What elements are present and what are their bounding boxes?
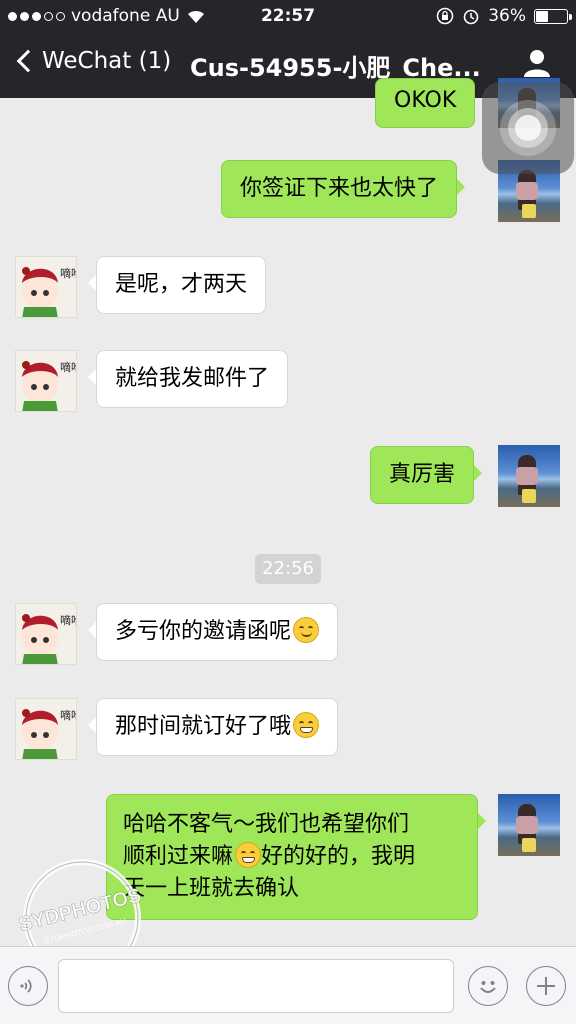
- message-bubble-incoming[interactable]: 就给我发邮件了: [87, 350, 289, 408]
- friend-avatar-text: 嘀哈呀?: [60, 708, 77, 722]
- message-text: 就给我发邮件了: [115, 366, 270, 391]
- self-avatar[interactable]: [498, 445, 560, 507]
- message-text-line: 天一上班就去确认: [123, 876, 300, 901]
- rotation-lock-icon: [436, 7, 454, 25]
- top-bar: vodafone AU 22:57 36% WeChat (1) Cus-549…: [0, 0, 576, 98]
- message-text: 那时间就订好了哦: [115, 714, 292, 739]
- timestamp: 22:56: [255, 554, 321, 584]
- emoji-button[interactable]: [468, 966, 508, 1006]
- grin-emoji-icon: [235, 842, 262, 868]
- message-text: 你签证下来也太快了: [240, 176, 439, 201]
- input-bar: [0, 946, 576, 1024]
- message-text: 多亏你的邀请函呢: [115, 619, 292, 644]
- friend-avatar[interactable]: 嘀哈呀?: [15, 698, 77, 760]
- message-text: 是呢，才两天: [115, 272, 248, 297]
- voice-button[interactable]: [8, 966, 48, 1006]
- message-text-part: 好的好的，我明: [261, 844, 416, 869]
- message-bubble-incoming[interactable]: 是呢，才两天: [87, 256, 267, 314]
- smile-emoji-icon: [293, 617, 320, 643]
- message-bubble-outgoing[interactable]: OKOK: [375, 78, 476, 128]
- watermark-subtext: SYDPHOTOS.COM.AU: [43, 916, 127, 945]
- friend-avatar[interactable]: 嘀哈呀?: [15, 350, 77, 412]
- friend-avatar[interactable]: 嘀哈呀?: [15, 256, 77, 318]
- status-bar: vodafone AU 22:57 36%: [0, 0, 576, 32]
- friend-avatar[interactable]: 嘀哈呀?: [15, 603, 77, 665]
- message-text: 真厉害: [389, 462, 456, 487]
- back-button[interactable]: WeChat (1): [14, 48, 171, 74]
- friend-avatar-text: 嘀哈呀?: [60, 360, 77, 374]
- message-bubble-outgoing[interactable]: 真厉害: [370, 446, 483, 504]
- friend-avatar-text: 嘀哈呀?: [60, 266, 77, 280]
- back-label: WeChat (1): [42, 48, 172, 74]
- friend-avatar-text: 嘀哈呀?: [60, 613, 77, 627]
- message-bubble-incoming[interactable]: 多亏你的邀请函呢: [87, 603, 339, 661]
- message-text: OKOK: [394, 88, 457, 113]
- chevron-left-icon: [16, 49, 40, 73]
- message-bubble-outgoing[interactable]: 你签证下来也太快了: [221, 160, 466, 218]
- battery-percent: 36%: [488, 6, 526, 26]
- message-bubble-incoming[interactable]: 那时间就订好了哦: [87, 698, 339, 756]
- add-button[interactable]: [526, 966, 566, 1006]
- grin-emoji-icon: [293, 712, 320, 738]
- message-text-line: 哈哈不客气～我们也希望你们: [123, 812, 410, 837]
- self-avatar[interactable]: [498, 794, 560, 856]
- voice-icon: [20, 979, 32, 993]
- assistive-touch-button[interactable]: [482, 82, 574, 174]
- message-bubble-outgoing[interactable]: 哈哈不客气～我们也希望你们 顺利过来嘛 好的好的，我明 天一上班就去确认: [106, 794, 486, 920]
- alarm-icon: [463, 9, 479, 25]
- message-text-line: 顺利过来嘛 好的好的，我明: [123, 841, 461, 873]
- battery-icon: [534, 8, 572, 24]
- smiley-icon: [480, 981, 496, 993]
- message-input[interactable]: [58, 959, 454, 1013]
- plus-icon: [537, 977, 555, 995]
- message-text-part: 顺利过来嘛: [123, 844, 234, 869]
- person-icon[interactable]: [522, 48, 552, 78]
